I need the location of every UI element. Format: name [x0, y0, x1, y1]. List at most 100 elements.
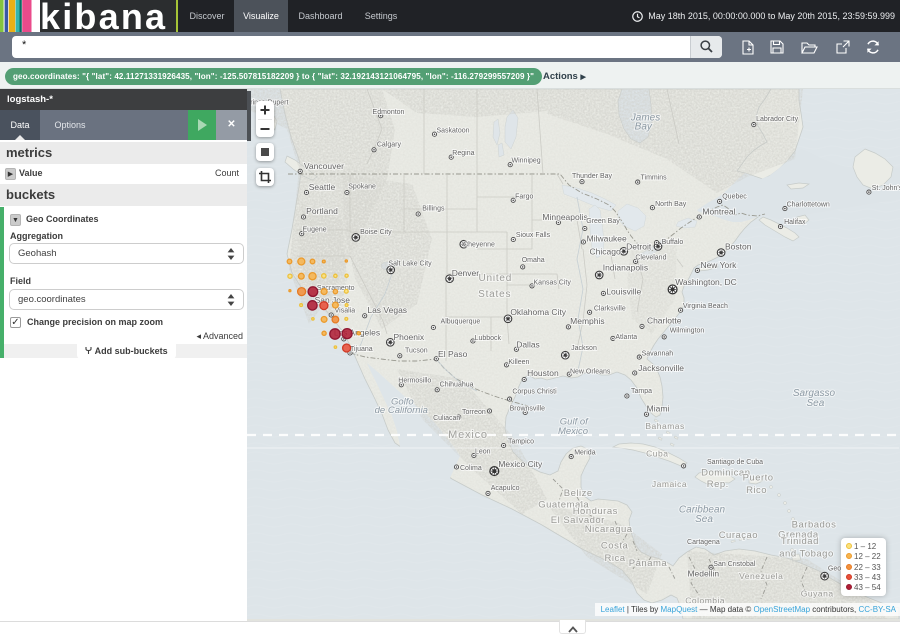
svg-text:Cartagena: Cartagena	[687, 539, 720, 546]
svg-text:Panama: Panama	[629, 558, 668, 569]
svg-text:Belize: Belize	[564, 488, 593, 499]
svg-text:Quebec: Quebec	[722, 194, 747, 201]
svg-text:Jacksonville: Jacksonville	[638, 363, 684, 373]
svg-text:El Paso: El Paso	[438, 349, 468, 359]
svg-text:Chihuahua: Chihuahua	[440, 382, 474, 389]
svg-text:Venezuela: Venezuela	[739, 571, 783, 581]
svg-text:Montreal: Montreal	[702, 207, 735, 217]
svg-text:Indianapolis: Indianapolis	[603, 263, 648, 273]
svg-text:Tampa: Tampa	[631, 388, 652, 395]
svg-text:Bay: Bay	[635, 122, 653, 133]
svg-text:Tampico: Tampico	[508, 439, 534, 446]
svg-text:Trinidad: Trinidad	[781, 536, 819, 547]
svg-text:Bahamas: Bahamas	[645, 421, 684, 431]
svg-text:Boston: Boston	[725, 241, 752, 251]
svg-text:Acapulco: Acapulco	[491, 485, 520, 492]
svg-text:Leon: Leon	[475, 449, 491, 456]
svg-text:Jackson: Jackson	[571, 345, 597, 352]
svg-text:Labrador City: Labrador City	[756, 116, 799, 123]
svg-text:Tijuana: Tijuana	[350, 346, 373, 353]
svg-text:Costa: Costa	[601, 541, 629, 552]
svg-text:Mexico City: Mexico City	[498, 459, 543, 469]
svg-text:Mexico: Mexico	[558, 426, 588, 437]
svg-text:Clarksville: Clarksville	[594, 306, 626, 313]
svg-text:Las Vegas: Las Vegas	[367, 305, 407, 315]
svg-text:New Orleans: New Orleans	[570, 369, 611, 376]
svg-text:Houston: Houston	[527, 368, 559, 378]
svg-text:Vancouver: Vancouver	[304, 161, 344, 171]
svg-text:Puerto: Puerto	[743, 473, 774, 484]
svg-text:Eugene: Eugene	[303, 226, 327, 233]
svg-text:Fargo: Fargo	[515, 194, 533, 201]
svg-text:New York: New York	[700, 260, 737, 270]
svg-text:Minneapolis: Minneapolis	[542, 212, 587, 222]
svg-text:Killeen: Killeen	[508, 359, 529, 366]
svg-text:Guyana: Guyana	[801, 589, 834, 599]
svg-text:de California: de California	[375, 405, 428, 416]
svg-text:Cuba: Cuba	[646, 448, 668, 458]
svg-text:Detroit: Detroit	[626, 242, 652, 252]
svg-text:Memphis: Memphis	[570, 316, 604, 326]
svg-text:Seattle: Seattle	[309, 182, 336, 192]
svg-text:Phoenix: Phoenix	[393, 332, 424, 342]
svg-text:Merida: Merida	[574, 450, 596, 457]
svg-text:Cheyenne: Cheyenne	[463, 242, 495, 249]
svg-text:Louisville: Louisville	[606, 286, 641, 296]
svg-text:San Cristobal: San Cristobal	[713, 561, 755, 568]
svg-text:Thunder Bay: Thunder Bay	[572, 173, 613, 180]
svg-text:Santiago de Cuba: Santiago de Cuba	[707, 459, 763, 466]
svg-text:Wilmington: Wilmington	[670, 327, 705, 334]
svg-text:Hermosillo: Hermosillo	[398, 378, 431, 385]
svg-text:Portland: Portland	[306, 206, 338, 216]
svg-text:Rico: Rico	[746, 485, 767, 496]
svg-text:Calgary: Calgary	[377, 142, 402, 149]
svg-text:Sioux Falls: Sioux Falls	[516, 232, 551, 239]
svg-text:Medellin: Medellin	[687, 569, 719, 579]
svg-text:Billings: Billings	[422, 206, 445, 213]
svg-text:Colima: Colima	[460, 465, 482, 472]
svg-text:Albuquerque: Albuquerque	[441, 319, 481, 326]
svg-text:Regina: Regina	[452, 150, 474, 157]
svg-text:Cleveland: Cleveland	[635, 255, 666, 262]
svg-text:United: United	[478, 273, 512, 284]
svg-text:Rep.: Rep.	[707, 479, 729, 490]
svg-text:Buffalo: Buffalo	[662, 239, 684, 246]
svg-text:and Tobago: and Tobago	[779, 549, 834, 560]
svg-text:Miami: Miami	[647, 404, 670, 414]
svg-text:Halifax: Halifax	[784, 219, 806, 226]
svg-text:Denver: Denver	[452, 268, 480, 278]
svg-text:Charlotte: Charlotte	[647, 316, 682, 326]
svg-text:Corpus Christi: Corpus Christi	[512, 389, 557, 396]
svg-text:Milwaukee: Milwaukee	[587, 234, 627, 244]
svg-text:St. John's: St. John's	[872, 185, 900, 192]
svg-text:Boise City: Boise City	[360, 229, 392, 236]
svg-text:Timmins: Timmins	[641, 174, 668, 181]
svg-text:Virginia Beach: Virginia Beach	[683, 303, 728, 310]
svg-text:Salt Lake City: Salt Lake City	[388, 260, 432, 267]
svg-text:Rica: Rica	[604, 553, 625, 564]
svg-text:Sea: Sea	[695, 514, 713, 525]
svg-text:Chicago: Chicago	[590, 247, 621, 257]
svg-text:Torreon: Torreon	[462, 409, 486, 416]
svg-text:Atlanta: Atlanta	[615, 334, 637, 341]
svg-text:Nicaragua: Nicaragua	[585, 524, 633, 535]
svg-text:Oklahoma City: Oklahoma City	[510, 307, 566, 317]
svg-text:Spokane: Spokane	[348, 184, 376, 191]
svg-text:Charlottetown: Charlottetown	[787, 202, 830, 209]
svg-text:Kansas City: Kansas City	[534, 280, 572, 287]
svg-text:Brownsville: Brownsville	[510, 405, 546, 412]
svg-text:Visalia: Visalia	[335, 308, 356, 315]
svg-text:Savannah: Savannah	[642, 351, 674, 358]
svg-text:Green Bay: Green Bay	[586, 218, 620, 225]
svg-text:Tucson: Tucson	[405, 348, 428, 355]
svg-text:Saskatoon: Saskatoon	[436, 128, 469, 135]
svg-text:Edmonton: Edmonton	[373, 109, 405, 116]
svg-text:Curaçao: Curaçao	[719, 530, 758, 541]
svg-text:Lubbock: Lubbock	[475, 335, 502, 342]
svg-text:North Bay: North Bay	[655, 201, 687, 208]
svg-text:Mexico: Mexico	[448, 429, 488, 441]
svg-text:Omaha: Omaha	[522, 257, 545, 264]
svg-text:Dallas: Dallas	[516, 340, 540, 350]
svg-text:Washington, DC: Washington, DC	[675, 277, 737, 287]
svg-text:Culiacan: Culiacan	[433, 415, 460, 422]
